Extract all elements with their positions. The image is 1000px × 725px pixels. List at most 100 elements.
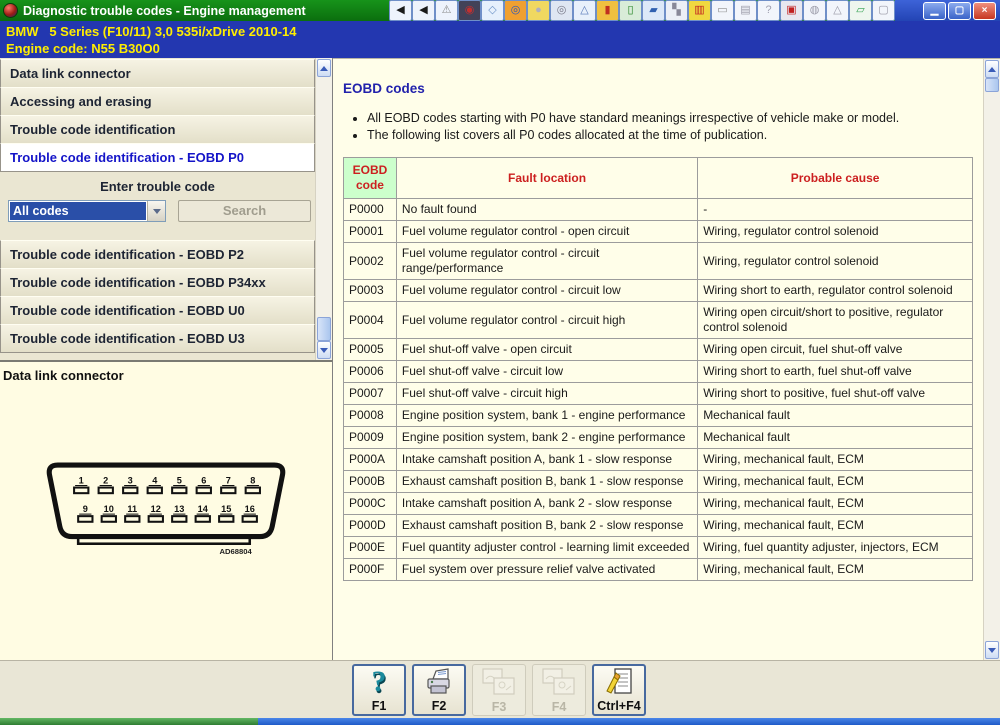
fault-location-cell: Fuel volume regulator control - circuit … (396, 280, 697, 302)
function-button-ctrl-f4[interactable]: Ctrl+F4 (592, 664, 646, 716)
code-cell: P000D (344, 515, 397, 537)
pin-slot (99, 488, 113, 494)
maximize-button[interactable]: ▢ (948, 2, 971, 20)
component-icon[interactable]: ▢ (872, 0, 895, 21)
main-scrollbar[interactable] (983, 59, 1000, 660)
top-toolbar: ◀◀⚠◉◇◎●◎△▮▯▰▚▥▭▤?▣◍△▱▢ (389, 0, 895, 21)
nav-first-icon[interactable]: ◀ (389, 0, 412, 21)
wheel-icon[interactable]: ◎ (550, 0, 573, 21)
engine-code: Engine code: N55 B30O0 (6, 40, 1000, 57)
function-button-f1[interactable]: ?F1 (352, 664, 406, 716)
nav-back-icon[interactable]: ◀ (412, 0, 435, 21)
hazard-warning-icon[interactable]: ⚠ (435, 0, 458, 21)
fault-location-cell: Exhaust camshaft position B, bank 1 - sl… (396, 471, 697, 493)
truck-icon[interactable]: ▮ (596, 0, 619, 21)
function-button-f2[interactable]: F2 (412, 664, 466, 716)
main-content: EOBD codes All EOBD codes starting with … (333, 58, 1000, 660)
lift-icon[interactable]: ▯ (619, 0, 642, 21)
pin-slot (149, 516, 163, 522)
engine-help-icon[interactable]: ? (757, 0, 780, 21)
warning-outline-icon[interactable]: △ (826, 0, 849, 21)
close-button[interactable]: × (973, 2, 996, 20)
timing-icon[interactable]: ◎ (504, 0, 527, 21)
pin-number: 9 (83, 504, 88, 514)
code-cell: P000A (344, 449, 397, 471)
sidebar-item-label: Trouble code identification - EOBD P0 (10, 150, 244, 165)
function-button-f3[interactable]: F3 (472, 664, 526, 716)
brake-system-icon[interactable]: ◉ (458, 0, 481, 21)
pin-number: 14 (198, 504, 209, 514)
immobilizer-icon[interactable]: ◍ (803, 0, 826, 21)
sidebar-item-lower-3[interactable]: Trouble code identification - EOBD U3 (0, 324, 315, 353)
obd-connector-diagram: 12345678910111213141516 AD68804 (41, 461, 291, 557)
sidebar-scroll-thumb[interactable] (317, 317, 331, 341)
fault-location-cell: Fuel quantity adjuster control - learnin… (396, 537, 697, 559)
main-scroll-up-icon[interactable] (985, 60, 999, 78)
pin-number: 2 (103, 475, 108, 485)
tools-icon[interactable]: ◇ (481, 0, 504, 21)
sidebar-item-3[interactable]: Trouble code identification - EOBD P0 (0, 143, 315, 172)
pin-number: 8 (250, 475, 255, 485)
diagram-reference: AD68804 (219, 547, 252, 556)
vehicle-icon[interactable]: ▱ (849, 0, 872, 21)
fault-location-cell: Fuel shut-off valve - circuit low (396, 361, 697, 383)
combo-dropdown-button[interactable] (147, 201, 165, 221)
mouse-settings-icon[interactable]: ● (527, 0, 550, 21)
sidebar-item-label: Data link connector (10, 66, 131, 81)
sidebar-item-label: Trouble code identification - EOBD U3 (10, 331, 245, 346)
main-scroll-down-icon[interactable] (985, 641, 999, 659)
table-row: P0007Fuel shut-off valve - circuit highW… (344, 383, 973, 405)
page-title: EOBD codes (343, 81, 983, 96)
pin-slot (172, 516, 186, 522)
pin-slot (78, 516, 92, 522)
pin-slot (196, 516, 210, 522)
enter-trouble-code-label: Enter trouble code (0, 172, 315, 196)
images-icon (482, 668, 516, 696)
bullet-1: All EOBD codes starting with P0 have sta… (367, 111, 983, 125)
minimize-button[interactable]: ▁ (923, 2, 946, 20)
sidebar-scroll-down-icon[interactable] (317, 341, 331, 359)
column-header-0: EOBD code (344, 158, 397, 199)
combo-selected-value: All codes (10, 202, 146, 220)
code-cell: P0009 (344, 427, 397, 449)
sidebar-item-1[interactable]: Accessing and erasing (0, 87, 315, 116)
table-row: P0001Fuel volume regulator control - ope… (344, 221, 973, 243)
pin-slot (102, 516, 116, 522)
sidebar-item-0[interactable]: Data link connector (0, 59, 315, 88)
table-row: P0002Fuel volume regulator control - cir… (344, 243, 973, 280)
search-button[interactable]: Search (178, 200, 311, 222)
bullet-2: The following list covers all P0 codes a… (367, 128, 983, 142)
spray-icon[interactable]: △ (573, 0, 596, 21)
connector-title: Data link connector (0, 362, 332, 383)
sidebar-scroll-up-icon[interactable] (317, 59, 331, 77)
probable-cause-cell: Wiring, mechanical fault, ECM (698, 449, 973, 471)
sidebar-item-label: Trouble code identification - EOBD P34xx (10, 275, 266, 290)
code-cell: P0005 (344, 339, 397, 361)
table-row: P0004Fuel volume regulator control - cir… (344, 302, 973, 339)
engine-management-icon[interactable]: ▥ (688, 0, 711, 21)
probable-cause-cell: Mechanical fault (698, 405, 973, 427)
abs-icon[interactable]: ▣ (780, 0, 803, 21)
sidebar-scrollbar[interactable] (315, 58, 332, 360)
function-button-f4[interactable]: F4 (532, 664, 586, 716)
battery-icon[interactable]: ▭ (711, 0, 734, 21)
sidebar-item-lower-1[interactable]: Trouble code identification - EOBD P34xx (0, 268, 315, 297)
sidebar-item-2[interactable]: Trouble code identification (0, 115, 315, 144)
sidebar-item-lower-0[interactable]: Trouble code identification - EOBD P2 (0, 240, 315, 269)
table-row: P0003Fuel volume regulator control - cir… (344, 280, 973, 302)
pin-number: 5 (177, 475, 182, 485)
intro-bullets: All EOBD codes starting with P0 have sta… (367, 111, 983, 142)
taskbar-strip (0, 718, 1000, 725)
column-header-1: Fault location (396, 158, 697, 199)
table-row: P000CIntake camshaft position A, bank 2 … (344, 493, 973, 515)
function-button-label: F2 (432, 699, 447, 713)
code-cell: P0000 (344, 199, 397, 221)
main-scroll-thumb[interactable] (985, 78, 999, 92)
machine-icon[interactable]: ▰ (642, 0, 665, 21)
pin-slot (172, 488, 186, 494)
trouble-code-combo[interactable]: All codes (8, 200, 166, 222)
gearbox-icon[interactable]: ▚ (665, 0, 688, 21)
column-header-2: Probable cause (698, 158, 973, 199)
sidebar-item-lower-2[interactable]: Trouble code identification - EOBD U0 (0, 296, 315, 325)
engine-data-icon[interactable]: ▤ (734, 0, 757, 21)
